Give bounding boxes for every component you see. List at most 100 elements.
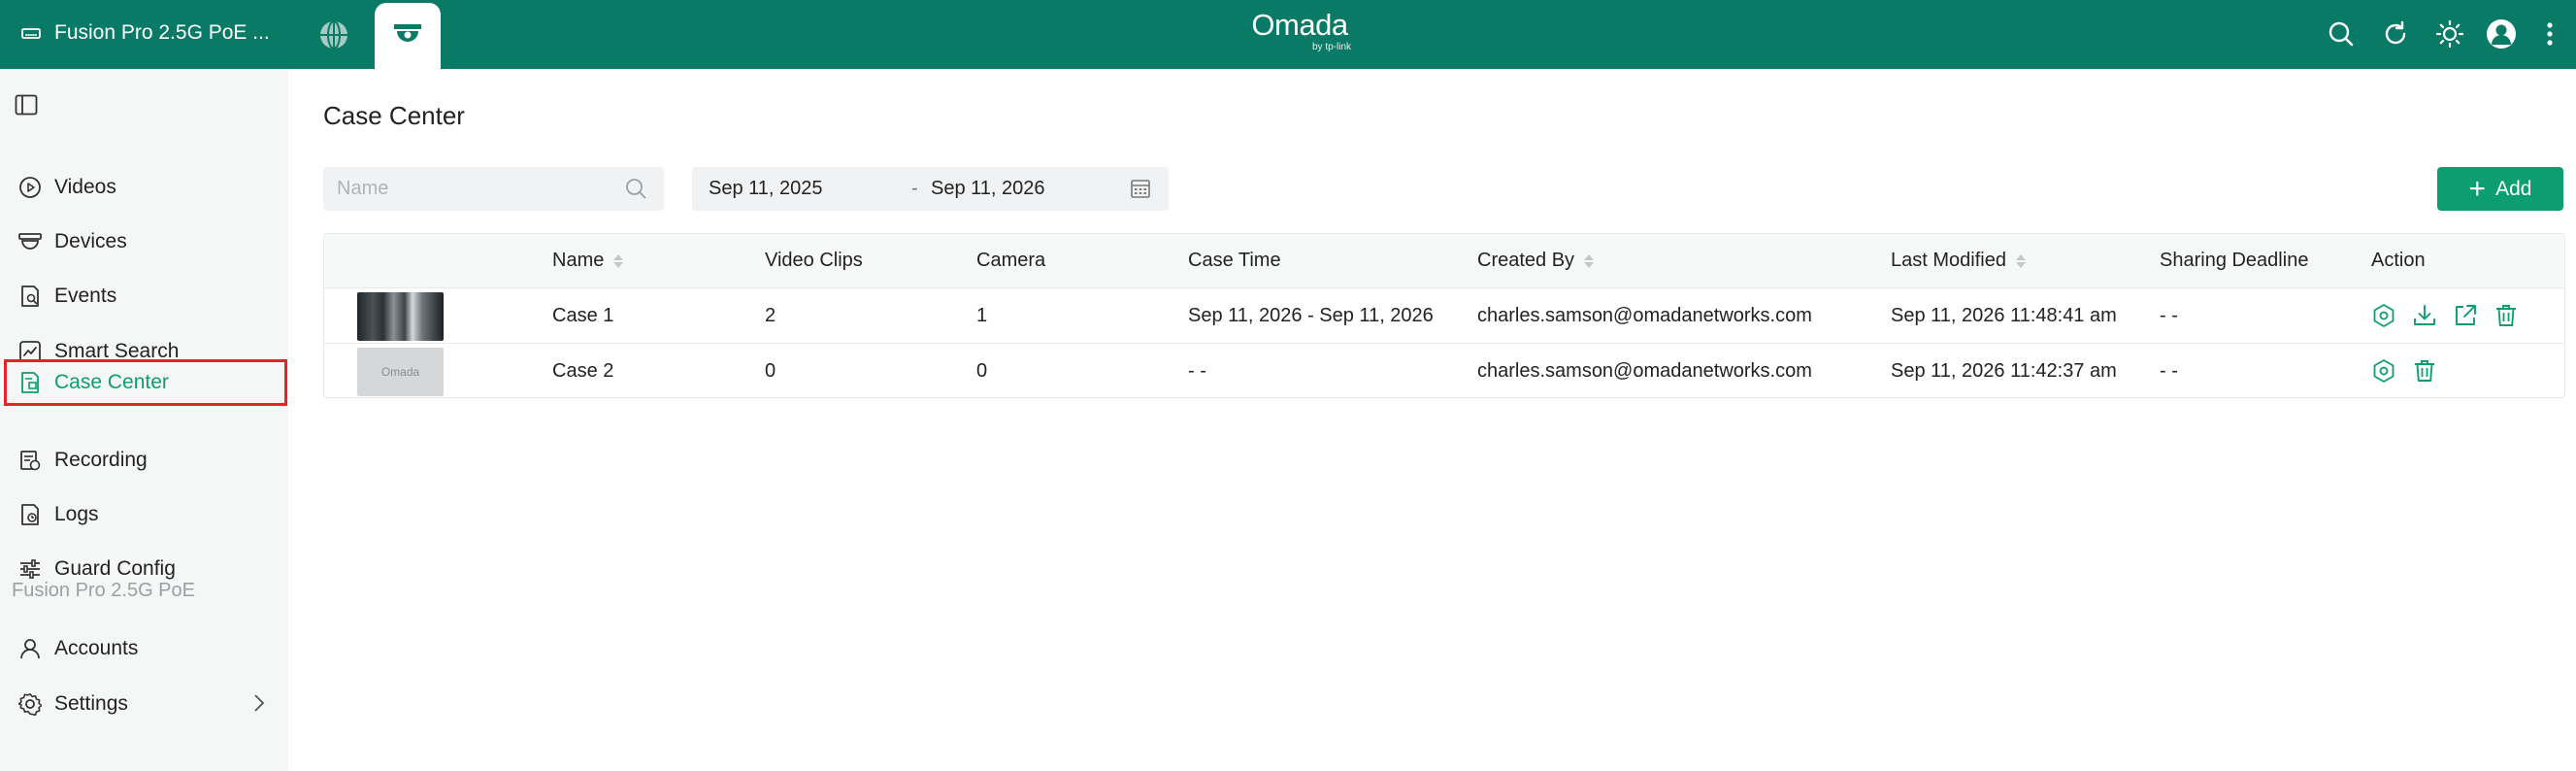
case-last-modified: Sep 11, 2026 11:48:41 am (1891, 305, 2117, 326)
sort-icon[interactable] (2015, 253, 2026, 268)
case-camera-count: 1 (976, 305, 988, 326)
sidebar: Videos Devices Events Smart Search Case … (0, 69, 288, 771)
case-sharing-deadline: - - (2160, 360, 2178, 382)
case-time: - - (1188, 360, 1206, 382)
date-end[interactable]: Sep 11, 2026 (931, 178, 1045, 200)
row-actions (2369, 301, 2521, 330)
sidebar-item-devices[interactable]: Devices (8, 219, 282, 264)
sliders-icon (17, 556, 43, 582)
column-label: Sharing Deadline (2160, 250, 2309, 271)
case-thumbnail[interactable] (357, 292, 444, 341)
more-button[interactable] (2535, 16, 2564, 52)
brightness-icon (2435, 19, 2464, 49)
refresh-icon (2385, 20, 2406, 45)
device-name-label: Fusion Pro 2.5G PoE ... (54, 21, 270, 44)
sidebar-item-label: Settings (54, 692, 128, 715)
sidebar-section-label: Fusion Pro 2.5G PoE (12, 580, 195, 601)
column-header-action: Action (2371, 250, 2426, 272)
date-range-picker[interactable]: Sep 11, 2025 - Sep 11, 2026 (692, 167, 1169, 211)
logo-main: Omada (1251, 8, 1348, 42)
sidebar-item-videos[interactable]: Videos (8, 165, 282, 210)
column-header-created-by[interactable]: Created By (1477, 250, 1595, 272)
sidebar-item-settings[interactable]: Settings (8, 682, 282, 726)
sidebar-toggle-icon (15, 94, 38, 116)
search-icon (2328, 21, 2354, 47)
theme-toggle-button[interactable] (2431, 16, 2468, 52)
sidebar-item-accounts[interactable]: Accounts (8, 626, 282, 671)
gear-icon (17, 691, 43, 717)
share-icon[interactable] (2451, 301, 2480, 330)
table-row[interactable]: Omada Case 2 0 0 - - charles.samson@omad… (324, 344, 2564, 397)
log-icon (17, 502, 43, 527)
row-actions (2369, 356, 2439, 386)
recording-icon (17, 448, 43, 473)
case-created-by: charles.samson@omadanetworks.com (1477, 360, 1812, 382)
case-time: Sep 11, 2026 - Sep 11, 2026 (1188, 305, 1434, 326)
globe-button[interactable] (316, 17, 351, 52)
add-button-label: Add (2495, 177, 2532, 200)
case-sharing-deadline: - - (2160, 305, 2178, 326)
column-label: Case Time (1188, 250, 1281, 271)
avatar[interactable] (2483, 16, 2520, 52)
delete-icon[interactable] (2410, 356, 2439, 386)
case-video-clips: 2 (765, 305, 776, 326)
thumbnail-placeholder-logo: Omada (380, 365, 420, 379)
add-case-button[interactable]: + Add (2437, 167, 2563, 211)
case-last-modified: Sep 11, 2026 11:42:37 am (1891, 360, 2117, 382)
search-icon[interactable] (625, 178, 646, 199)
column-header-last-modified[interactable]: Last Modified (1891, 250, 2026, 272)
column-header-case-time: Case Time (1188, 250, 1281, 272)
calendar-icon[interactable] (1130, 178, 1151, 199)
column-label: Camera (976, 250, 1046, 271)
column-header-video-clips: Video Clips (765, 250, 863, 272)
sidebar-item-label: Case Center (54, 371, 169, 393)
column-label: Video Clips (765, 250, 863, 271)
sidebar-item-logs[interactable]: Logs (8, 492, 282, 537)
name-search (323, 167, 664, 211)
event-icon (17, 284, 43, 309)
view-icon[interactable] (2369, 301, 2398, 330)
case-camera-count: 0 (976, 360, 988, 382)
device-selector[interactable]: Fusion Pro 2.5G PoE ... (21, 18, 270, 48)
sidebar-collapse-button[interactable] (12, 90, 41, 119)
table-header: Name Video Clips Camera Case Time Create… (324, 234, 2564, 288)
sidebar-item-label: Videos (54, 176, 116, 198)
case-table: Name Video Clips Camera Case Time Create… (323, 233, 2565, 398)
more-icon (2547, 22, 2553, 46)
sidebar-item-label: Guard Config (54, 557, 176, 580)
column-header-name[interactable]: Name (552, 250, 624, 272)
globe-icon (320, 20, 347, 50)
nvr-device-icon (21, 28, 41, 39)
surveillance-camera-icon (394, 24, 421, 42)
case-name: Case 1 (552, 305, 614, 326)
column-label: Name (552, 250, 605, 271)
sort-icon[interactable] (1584, 253, 1595, 268)
date-start[interactable]: Sep 11, 2025 (709, 178, 823, 200)
sidebar-item-recording[interactable]: Recording (8, 438, 282, 483)
tab-guard[interactable] (375, 3, 441, 69)
case-icon (17, 370, 43, 395)
chevron-right-icon (254, 694, 265, 712)
sort-icon[interactable] (613, 253, 624, 268)
sidebar-item-case-center[interactable]: Case Center (4, 359, 287, 406)
sidebar-item-events[interactable]: Events (8, 274, 282, 318)
sidebar-item-label: Logs (54, 503, 99, 525)
case-video-clips: 0 (765, 360, 776, 382)
case-thumbnail[interactable]: Omada (357, 348, 444, 396)
refresh-button[interactable] (2377, 16, 2414, 52)
column-header-camera: Camera (976, 250, 1045, 272)
sidebar-item-label: Devices (54, 230, 127, 252)
download-icon[interactable] (2410, 301, 2439, 330)
page-title: Case Center (323, 101, 465, 130)
table-row[interactable]: Case 1 2 1 Sep 11, 2026 - Sep 11, 2026 c… (324, 288, 2564, 344)
top-bar: Fusion Pro 2.5G PoE ... Omada by tp-link (0, 0, 2576, 69)
name-search-input[interactable] (337, 167, 618, 211)
omada-logo: Omada by tp-link (1246, 8, 1353, 54)
search-button[interactable] (2323, 16, 2360, 52)
column-header-sharing-deadline: Sharing Deadline (2160, 250, 2308, 272)
delete-icon[interactable] (2492, 301, 2521, 330)
logo-sub: by tp-link (1311, 42, 1351, 52)
sidebar-item-label: Recording (54, 449, 148, 471)
sidebar-item-label: Events (54, 285, 117, 307)
view-icon[interactable] (2369, 356, 2398, 386)
